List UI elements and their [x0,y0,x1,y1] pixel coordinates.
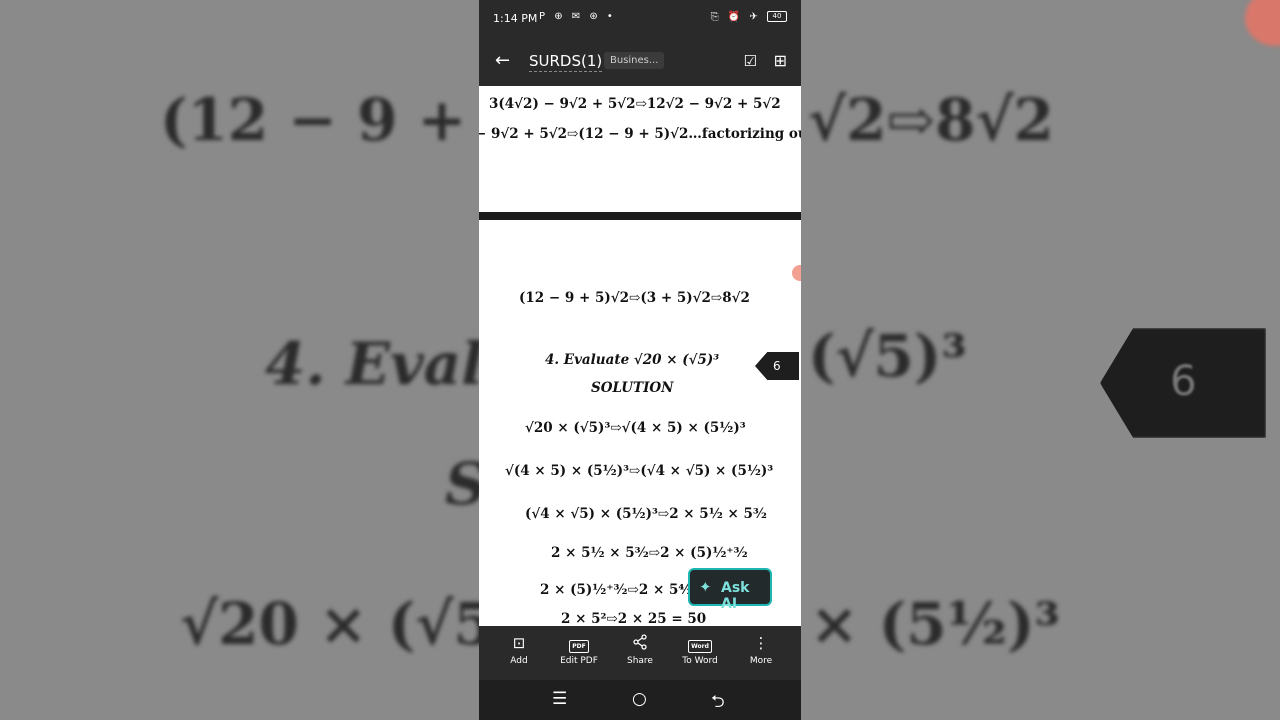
business-chip[interactable]: Busines... [604,52,665,69]
word-file-icon: Word [668,634,732,654]
back-icon[interactable]: ⮌ [711,689,725,718]
question-heading: 4. Evaluate √20 × (√5)³ [545,352,720,368]
math-line: − 9√2 + 5√2⇨(12 − 9 + 5)√2…factorizing o… [479,126,801,142]
scroll-handle-dot[interactable] [792,265,801,281]
pdf-page-2: (12 − 9 + 5)√2⇨(3 + 5)√2⇨8√2 4. Evaluate… [479,220,801,626]
edit-pdf-button[interactable]: PDF Edit PDF [547,634,611,666]
home-icon[interactable]: ○ [632,689,647,709]
recents-icon[interactable]: ☰ [552,689,567,709]
select-icon[interactable]: ☑ [744,52,757,70]
app-bar: ← SURDS(1) Busines... ☑ ⊞ [479,36,801,86]
grid-view-icon[interactable]: ⊞ [774,51,787,70]
math-line: (√4 × √5) × (5½)³⇨2 × 5½ × 5³⁄₂ [525,506,767,522]
bg-page-tag: 6 [1100,328,1266,438]
status-bar: 1:14 PM P ⊕ ✉ ⊛ • ⎘ ⏰ ✈ 40 [479,0,801,36]
system-icons: ⎘ ⏰ ✈ 40 [711,11,787,23]
add-label: Add [510,656,528,666]
bg-dot [1245,0,1280,46]
ask-ai-button[interactable]: ✦ Ask AI [688,568,772,612]
camera-add-icon: ⊡ [512,634,526,652]
bg-line4-right: × (5½)³ [810,590,1060,658]
share-icon [608,634,672,654]
ask-ai-label: Ask AI [721,580,750,612]
solution-heading: SOLUTION [591,380,674,396]
to-word-button[interactable]: Word To Word [668,634,732,666]
math-line: (12 − 9 + 5)√2⇨(3 + 5)√2⇨8√2 [519,290,750,306]
sparkle-icon: ✦ [699,578,712,596]
system-nav-bar: ☰ ○ ⮌ [479,680,801,720]
bg-line1-right: √2⇨8√2 [808,86,1054,154]
bg-line2-right: (√5)³ [808,322,967,390]
math-line: 3(4√2) − 9√2 + 5√2⇨12√2 − 9√2 + 5√2 [489,96,781,112]
bg-line4-left: √20 × (√5) [180,590,522,658]
edit-pdf-label: Edit PDF [560,656,598,666]
back-arrow-icon[interactable]: ← [495,50,510,71]
share-label: Share [627,656,653,666]
share-button[interactable]: Share [608,634,672,666]
more-button[interactable]: ⋮ More [729,634,793,666]
to-word-label: To Word [682,656,718,666]
page-separator [479,212,801,220]
status-icons-right: ⎘ ⏰ ✈ [710,11,761,23]
more-label: More [749,656,773,666]
math-line: 2 × 5²⇨2 × 25 = 50 [561,611,707,626]
status-time: 1:14 PM [493,12,538,25]
phone-screen: 1:14 PM P ⊕ ✉ ⊛ • ⎘ ⏰ ✈ 40 ← SURDS(1) Bu… [479,0,801,720]
more-vertical-icon: ⋮ [753,634,769,652]
pdf-page-1: 3(4√2) − 9√2 + 5√2⇨12√2 − 9√2 + 5√2 − 9√… [479,86,801,212]
pdf-file-icon: PDF [547,634,611,654]
add-button[interactable]: ⊡ Add [487,634,551,666]
battery-icon: 40 [767,11,787,22]
math-line: √20 × (√5)³⇨√(4 × 5) × (5½)³ [525,420,746,436]
math-line: √(4 × 5) × (5½)³⇨(√4 × √5) × (5½)³ [505,463,774,479]
document-title[interactable]: SURDS(1) [529,52,603,72]
notification-icons: P ⊕ ✉ ⊛ • [539,11,616,22]
bottom-toolbar: ⊡ Add PDF Edit PDF Share Word To Word ⋮ … [479,626,801,680]
math-line: 2 × 5½ × 5³⁄₂⇨2 × (5)½⁺³⁄₂ [551,545,748,561]
